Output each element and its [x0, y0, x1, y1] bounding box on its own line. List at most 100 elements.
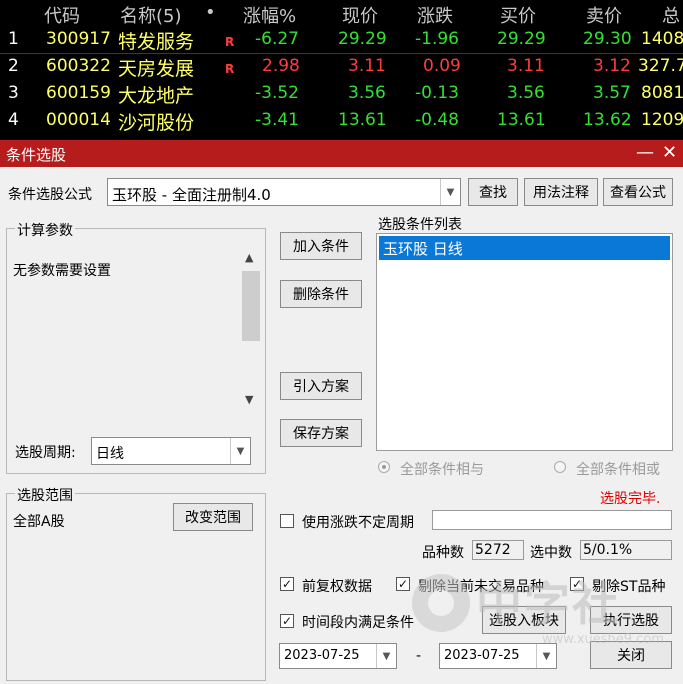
stock-code: 300917	[46, 29, 111, 49]
total-volume: 1209	[641, 110, 683, 130]
date-from-picker[interactable]: 2023-07-25 ▼	[279, 643, 397, 669]
usage-notes-button[interactable]: 用法注释	[524, 178, 598, 206]
current-price: 3.56	[348, 83, 386, 103]
params-scrollbar[interactable]: ▲ ▼	[241, 249, 261, 409]
col-price[interactable]: 现价	[342, 2, 378, 28]
col-code[interactable]: 代码	[44, 2, 80, 28]
r-flag: R	[225, 35, 235, 49]
bid-price: 13.61	[497, 110, 546, 130]
date-from-value: 2023-07-25	[284, 648, 360, 663]
col-change[interactable]: 涨跌	[417, 2, 453, 28]
stock-quote-table: 代码 名称(5) • 涨幅% 现价 涨跌 买价 卖价 总 1 300917 特发…	[0, 0, 683, 140]
adjusted-data-checkbox[interactable]: ✓	[280, 577, 294, 591]
table-row[interactable]: 3 600159 大龙地产 -3.52 3.56 -0.13 3.56 3.57…	[0, 81, 683, 108]
stock-screener-dialog: 条件选股 — ✕ 条件选股公式 玉环股 - 全面注册制4.0 ▼ 查找 用法注释…	[0, 140, 683, 684]
date-to-picker[interactable]: 2023-07-25 ▼	[439, 643, 557, 669]
current-price: 3.11	[348, 56, 386, 76]
pct-change: -3.41	[255, 110, 299, 130]
uncertain-period-field[interactable]	[432, 510, 672, 530]
stock-name: 大龙地产	[118, 85, 195, 107]
radio-or-label: 全部条件相或	[576, 462, 660, 478]
row-index: 4	[8, 110, 19, 130]
minimize-icon[interactable]: —	[636, 142, 654, 163]
stock-name: 天房发展	[118, 58, 195, 80]
exclude-untraded-label: 剔除当前未交易品种	[418, 579, 544, 595]
col-pct[interactable]: 涨幅%	[243, 2, 296, 28]
close-icon[interactable]: ✕	[662, 142, 677, 163]
col-dot: •	[205, 2, 216, 23]
run-screener-button[interactable]: 执行选股	[590, 606, 672, 634]
col-bid[interactable]: 买价	[500, 2, 536, 28]
stock-code: 600159	[46, 83, 111, 103]
radio-and-label: 全部条件相与	[400, 462, 484, 478]
table-row[interactable]: 1 300917 特发服务 R -6.27 29.29 -1.96 29.29 …	[0, 27, 683, 54]
col-total[interactable]: 总	[662, 2, 680, 28]
stock-code: 000014	[46, 110, 111, 130]
time-range-checkbox[interactable]: ✓	[280, 614, 294, 628]
radio-and[interactable]	[378, 461, 390, 473]
view-formula-button[interactable]: 查看公式	[603, 178, 673, 206]
condition-list-title: 选股条件列表	[378, 217, 462, 233]
row-index: 3	[8, 83, 19, 103]
uncertain-period-checkbox[interactable]	[280, 514, 294, 528]
exclude-untraded-checkbox[interactable]: ✓	[396, 577, 410, 591]
scope-value: 全部A股	[13, 514, 65, 530]
stock-name: 沙河股份	[118, 112, 195, 134]
row-index: 1	[8, 29, 19, 49]
radio-or[interactable]	[554, 461, 566, 473]
import-plan-button[interactable]: 引入方案	[280, 372, 362, 400]
ask-price: 3.57	[593, 83, 631, 103]
change-scope-button[interactable]: 改变范围	[173, 503, 253, 531]
status-text: 选股完毕.	[600, 491, 661, 507]
ask-price: 3.12	[593, 56, 631, 76]
save-plan-button[interactable]: 保存方案	[280, 419, 362, 447]
stock-name: 特发服务	[118, 31, 195, 53]
calc-params-title: 计算参数	[15, 220, 75, 240]
total-volume: 327.7	[638, 56, 683, 76]
scope-title: 选股范围	[15, 485, 75, 505]
formula-select[interactable]: 玉环股 - 全面注册制4.0 ▼	[107, 178, 461, 206]
table-row[interactable]: 2 600322 天房发展 R 2.98 3.11 0.09 3.11 3.12…	[0, 54, 683, 81]
period-select[interactable]: 日线 ▼	[91, 437, 251, 465]
pct-change: -3.52	[255, 83, 299, 103]
scroll-up-icon[interactable]: ▲	[245, 251, 253, 264]
table-header: 代码 名称(5) • 涨幅% 现价 涨跌 买价 卖价 总	[0, 0, 683, 27]
chevron-down-icon[interactable]: ▼	[440, 179, 460, 205]
chevron-down-icon[interactable]: ▼	[536, 644, 556, 668]
total-volume: 8081	[641, 83, 683, 103]
total-volume: 1408	[641, 29, 683, 49]
list-item[interactable]: 玉环股 日线	[379, 236, 670, 260]
bid-price: 29.29	[497, 29, 546, 49]
table-row[interactable]: 4 000014 沙河股份 -3.41 13.61 -0.48 13.61 13…	[0, 108, 683, 135]
col-name[interactable]: 名称(5)	[120, 2, 182, 28]
stock-code: 600322	[46, 56, 111, 76]
selected-field: 5/0.1%	[580, 540, 672, 560]
count-label: 品种数	[422, 545, 464, 561]
find-button[interactable]: 查找	[468, 178, 518, 206]
dialog-titlebar[interactable]: 条件选股 — ✕	[0, 140, 683, 167]
formula-label: 条件选股公式	[8, 187, 92, 203]
price-change: -0.48	[415, 110, 459, 130]
scroll-down-icon[interactable]: ▼	[245, 393, 253, 406]
add-to-block-button[interactable]: 选股入板块	[482, 606, 566, 634]
delete-condition-button[interactable]: 删除条件	[280, 280, 362, 308]
condition-list[interactable]: 玉环股 日线	[376, 233, 673, 451]
time-range-label: 时间段内满足条件	[302, 615, 414, 631]
row-index: 2	[8, 56, 19, 76]
formula-value: 玉环股 - 全面注册制4.0	[112, 186, 271, 204]
ask-price: 13.62	[583, 110, 632, 130]
exclude-st-checkbox[interactable]: ✓	[570, 577, 584, 591]
count-field: 5272	[472, 540, 524, 560]
chevron-down-icon[interactable]: ▼	[376, 644, 396, 668]
r-flag: R	[225, 62, 235, 76]
col-ask[interactable]: 卖价	[586, 2, 622, 28]
date-to-value: 2023-07-25	[444, 648, 520, 663]
close-button[interactable]: 关闭	[590, 641, 672, 669]
selected-label: 选中数	[530, 545, 572, 561]
scroll-thumb[interactable]	[242, 271, 260, 341]
current-price: 13.61	[338, 110, 387, 130]
add-condition-button[interactable]: 加入条件	[280, 232, 362, 260]
no-params-text: 无参数需要设置	[13, 263, 111, 279]
count-value: 5272	[475, 542, 511, 558]
chevron-down-icon[interactable]: ▼	[230, 438, 250, 464]
